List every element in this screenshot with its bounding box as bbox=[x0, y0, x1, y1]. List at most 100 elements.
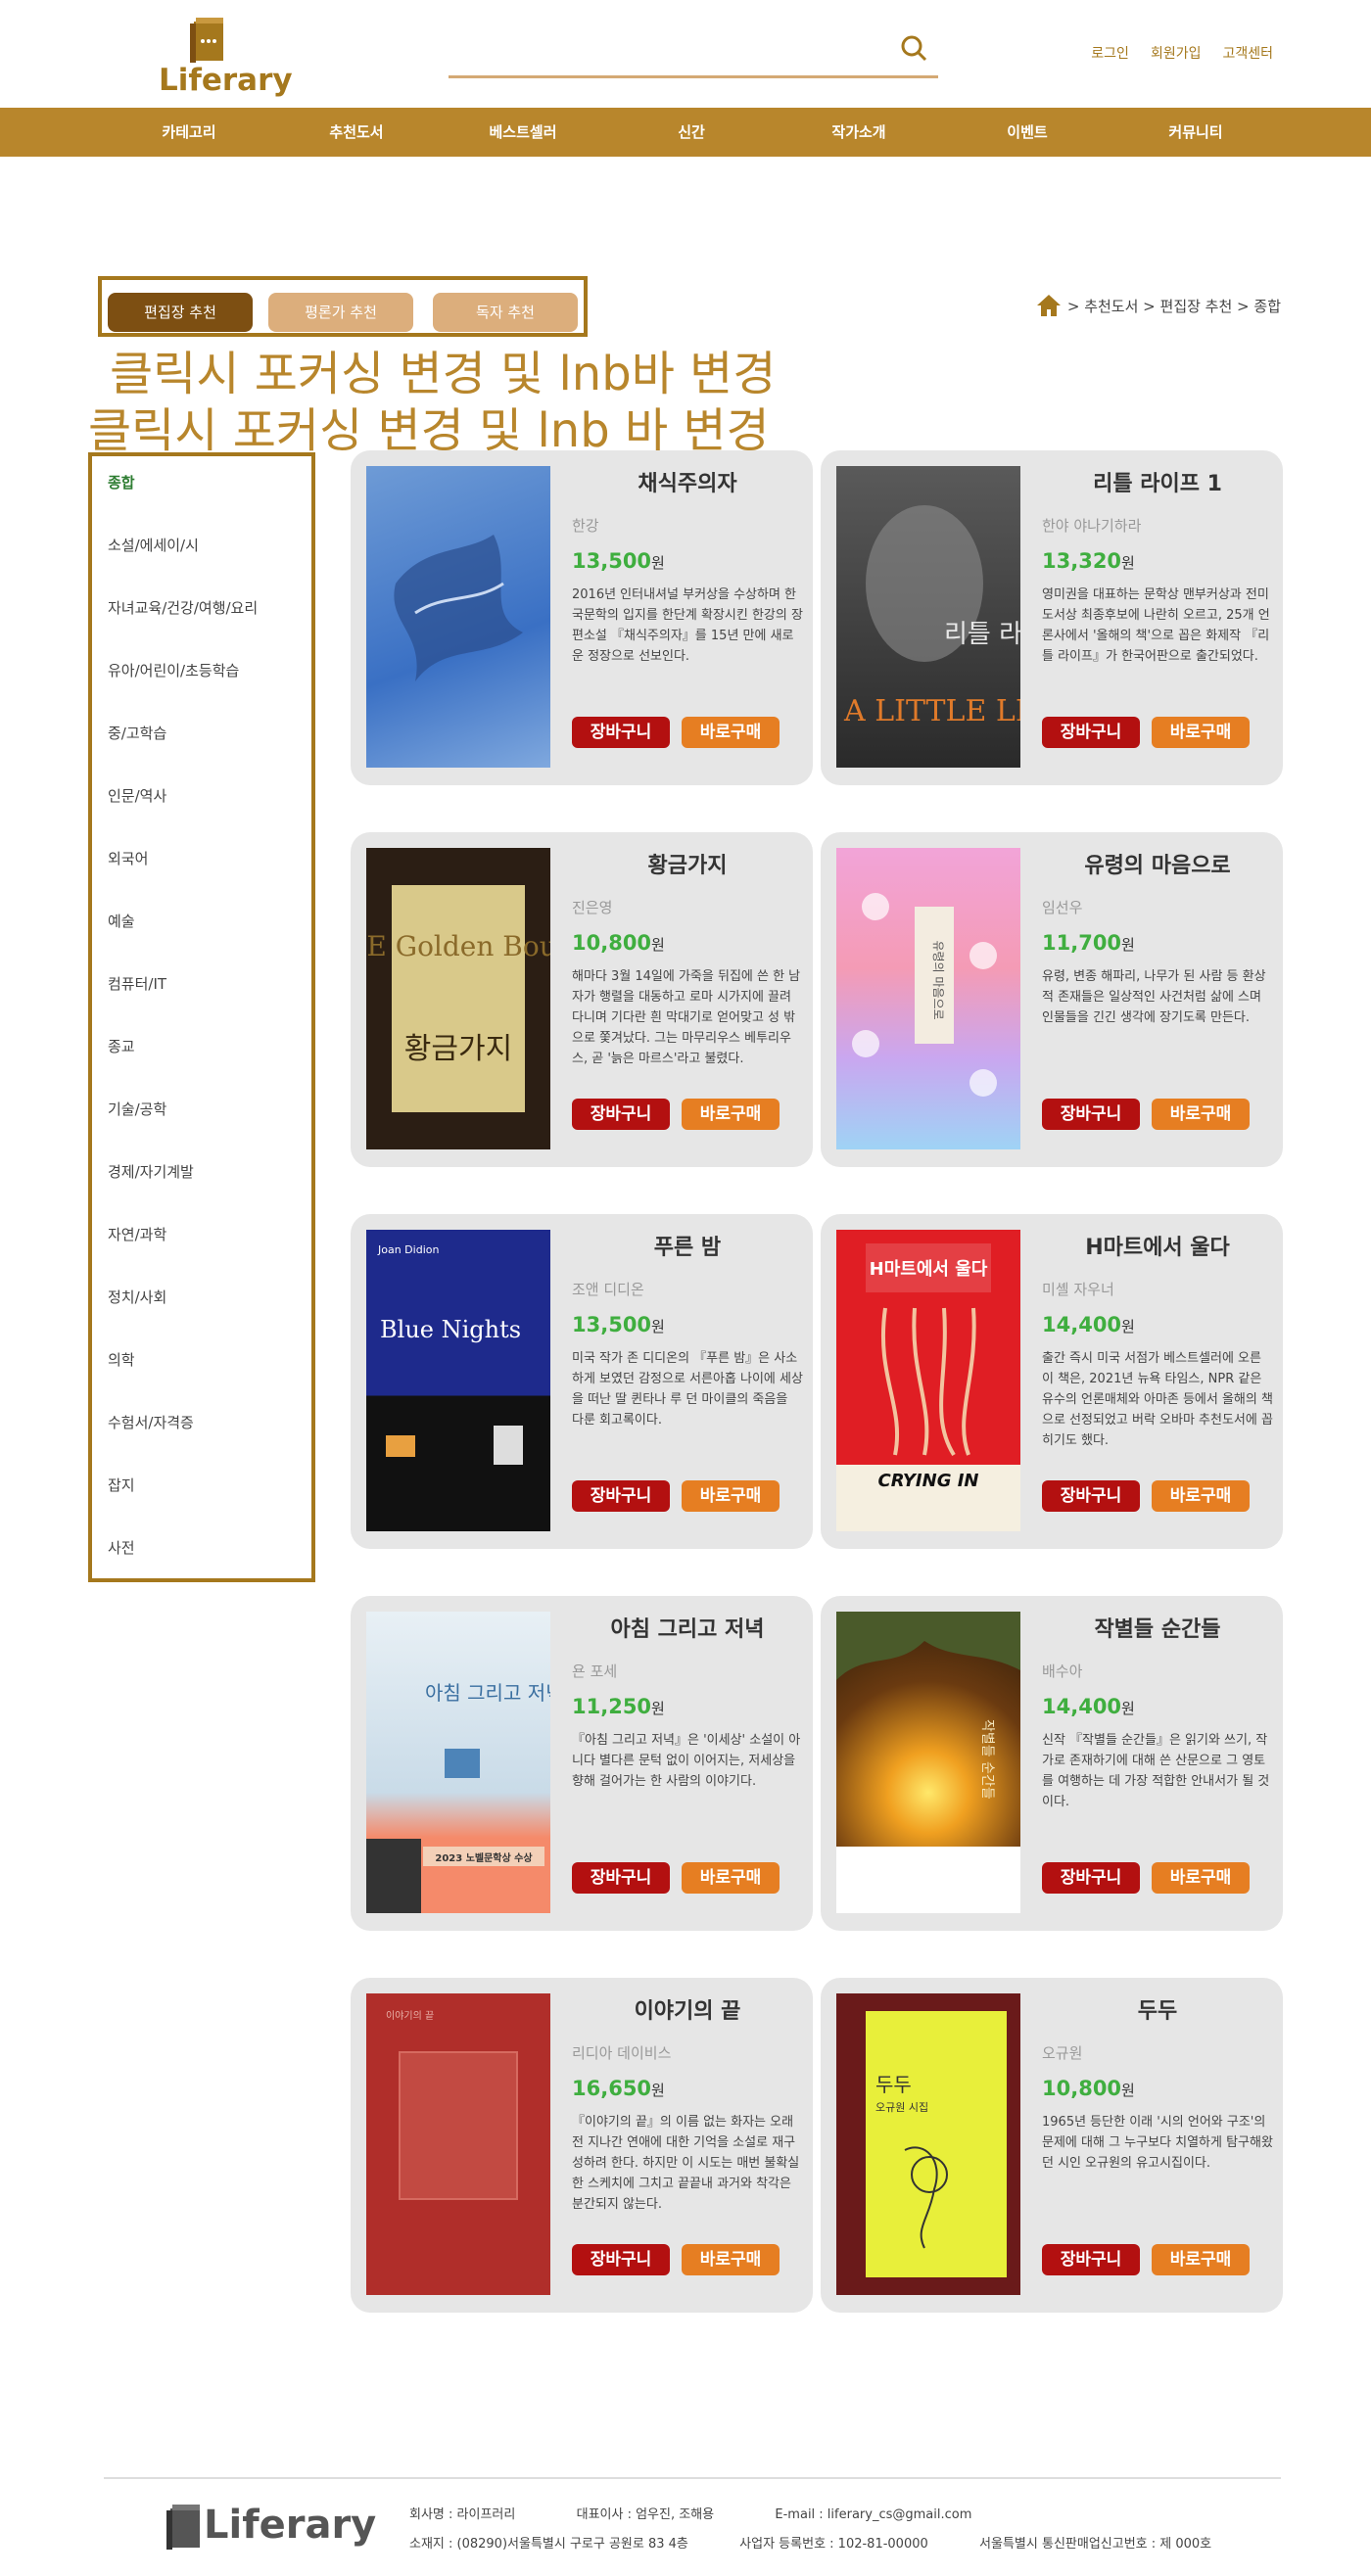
nav-bestseller[interactable]: 베스트셀러 bbox=[489, 108, 556, 157]
book-card[interactable]: 이야기의 끝 이야기의 끝 리디아 데이비스 16,650원 『이야기의 끝』의… bbox=[351, 1978, 813, 2313]
add-to-cart-button[interactable]: 장바구니 bbox=[572, 1099, 670, 1130]
book-card[interactable]: 아침 그리고 저녁 2023 노벨문학상 수상 아침 그리고 저녁 욘 포세 1… bbox=[351, 1596, 813, 1931]
book-author[interactable]: 한강 bbox=[572, 515, 803, 536]
sidebar-item-politics[interactable]: 정치/사회 bbox=[108, 1287, 166, 1307]
nav-authors[interactable]: 작가소개 bbox=[831, 108, 885, 157]
buy-now-button[interactable]: 바로구매 bbox=[1152, 717, 1250, 748]
book-cover[interactable]: THE Golden Bough 황금가지 bbox=[366, 848, 550, 1149]
currency-label: 원 bbox=[1121, 936, 1135, 954]
book-title[interactable]: 황금가지 bbox=[572, 848, 803, 879]
footer-logo[interactable]: Liferary bbox=[165, 2497, 390, 2555]
buy-now-button[interactable]: 바로구매 bbox=[682, 1480, 780, 1512]
book-author[interactable]: 진은영 bbox=[572, 897, 803, 917]
book-cover[interactable]: 작별들 순간들 bbox=[836, 1612, 1020, 1913]
search-input[interactable] bbox=[449, 75, 938, 78]
book-card[interactable]: 두두 오규원 시집 두두 오규원 10,800원 1965년 등단한 이래 '시… bbox=[821, 1978, 1283, 2313]
sidebar-item-exam[interactable]: 수험서/자격증 bbox=[108, 1412, 194, 1432]
book-card[interactable]: 작별들 순간들 작별들 순간들 배수아 14,400원 신작 『작별들 순간들』… bbox=[821, 1596, 1283, 1931]
signup-link[interactable]: 회원가입 bbox=[1151, 43, 1202, 63]
book-title[interactable]: 두두 bbox=[1042, 1993, 1273, 2025]
logo[interactable]: Liferary bbox=[157, 14, 293, 98]
nav-new[interactable]: 신간 bbox=[678, 108, 705, 157]
book-cover[interactable]: Joan Didion Blue Nights bbox=[366, 1230, 550, 1531]
buy-now-button[interactable]: 바로구매 bbox=[682, 1862, 780, 1894]
nav-community[interactable]: 커뮤니티 bbox=[1168, 108, 1222, 157]
book-card[interactable]: 채식주의자 한강 13,500원 2016년 인터내셔널 부커상을 수상하며 한… bbox=[351, 450, 813, 785]
book-card[interactable]: 리틀 라이프 A LITTLE LIFE 리틀 라이프 1 한야 야나기하라 1… bbox=[821, 450, 1283, 785]
book-title[interactable]: 채식주의자 bbox=[572, 466, 803, 497]
sidebar-item-language[interactable]: 외국어 bbox=[108, 848, 148, 868]
sidebar-item-science[interactable]: 자연/과학 bbox=[108, 1224, 166, 1244]
sidebar-item-magazine[interactable]: 잡지 bbox=[108, 1475, 135, 1495]
sidebar-item-all[interactable]: 종합 bbox=[108, 472, 135, 492]
book-title[interactable]: 작별들 순간들 bbox=[1042, 1612, 1273, 1643]
add-to-cart-button[interactable]: 장바구니 bbox=[1042, 1862, 1140, 1894]
add-to-cart-button[interactable]: 장바구니 bbox=[572, 2244, 670, 2275]
sidebar-item-engineering[interactable]: 기술/공학 bbox=[108, 1099, 166, 1119]
book-title[interactable]: 유령의 마음으로 bbox=[1042, 848, 1273, 879]
nav-category[interactable]: 카테고리 bbox=[162, 108, 215, 157]
add-to-cart-button[interactable]: 장바구니 bbox=[572, 717, 670, 748]
tab-critic[interactable]: 평론가 추천 bbox=[268, 293, 413, 332]
sidebar-item-school[interactable]: 중/고학습 bbox=[108, 723, 166, 743]
book-author[interactable]: 배수아 bbox=[1042, 1661, 1273, 1681]
sidebar-item-parenting[interactable]: 자녀교육/건강/여행/요리 bbox=[108, 597, 258, 618]
email[interactable]: E-mail : liferary_cs@gmail.com bbox=[775, 2507, 971, 2522]
book-card[interactable]: Joan Didion Blue Nights 푸른 밤 조앤 디디온 13,5… bbox=[351, 1214, 813, 1549]
ecommerce-license: 서울특별시 통신판매업신고번호 : 제 000호 bbox=[979, 2537, 1212, 2552]
sidebar-item-medicine[interactable]: 의학 bbox=[108, 1349, 135, 1370]
home-icon[interactable] bbox=[1036, 294, 1062, 317]
book-info: 채식주의자 한강 13,500원 2016년 인터내셔널 부커상을 수상하며 한… bbox=[572, 466, 803, 708]
sidebar-item-art[interactable]: 예술 bbox=[108, 911, 135, 931]
buy-now-button[interactable]: 바로구매 bbox=[1152, 1862, 1250, 1894]
tab-editor[interactable]: 편집장 추천 bbox=[108, 293, 253, 332]
book-author[interactable]: 한야 야나기하라 bbox=[1042, 515, 1273, 536]
book-cover[interactable] bbox=[366, 466, 550, 768]
add-to-cart-button[interactable]: 장바구니 bbox=[1042, 1480, 1140, 1512]
book-title[interactable]: 리틀 라이프 1 bbox=[1042, 466, 1273, 497]
sidebar-item-religion[interactable]: 종교 bbox=[108, 1036, 135, 1056]
book-author[interactable]: 임선우 bbox=[1042, 897, 1273, 917]
sidebar-item-kids[interactable]: 유아/어린이/초등학습 bbox=[108, 660, 239, 680]
book-cover[interactable]: 리틀 라이프 A LITTLE LIFE bbox=[836, 466, 1020, 768]
sidebar-item-it[interactable]: 컴퓨터/IT bbox=[108, 973, 166, 994]
book-title[interactable]: 이야기의 끝 bbox=[572, 1993, 803, 2025]
book-cover[interactable]: H마트에서 울다 CRYING IN bbox=[836, 1230, 1020, 1531]
add-to-cart-button[interactable]: 장바구니 bbox=[572, 1480, 670, 1512]
book-author[interactable]: 미셸 자우너 bbox=[1042, 1279, 1273, 1299]
sidebar-item-dictionary[interactable]: 사전 bbox=[108, 1537, 135, 1558]
sidebar-item-novel[interactable]: 소설/에세이/시 bbox=[108, 535, 199, 555]
book-author[interactable]: 조앤 디디온 bbox=[572, 1279, 803, 1299]
buy-now-button[interactable]: 바로구매 bbox=[682, 717, 780, 748]
book-title[interactable]: H마트에서 울다 bbox=[1042, 1230, 1273, 1261]
sidebar-item-humanities[interactable]: 인문/역사 bbox=[108, 785, 166, 806]
nav-recommended[interactable]: 추천도서 bbox=[329, 108, 383, 157]
book-author[interactable]: 리디아 데이비스 bbox=[572, 2042, 803, 2063]
book-author[interactable]: 오규원 bbox=[1042, 2042, 1273, 2063]
book-card[interactable]: H마트에서 울다 CRYING IN H마트에서 울다 미셸 자우너 14,40… bbox=[821, 1214, 1283, 1549]
book-title[interactable]: 아침 그리고 저녁 bbox=[572, 1612, 803, 1643]
tab-reader[interactable]: 독자 추천 bbox=[433, 293, 578, 332]
book-cover[interactable]: 이야기의 끝 bbox=[366, 1993, 550, 2295]
add-to-cart-button[interactable]: 장바구니 bbox=[1042, 2244, 1140, 2275]
nav-events[interactable]: 이벤트 bbox=[1007, 108, 1047, 157]
book-cover[interactable]: 유령의 마음으로 bbox=[836, 848, 1020, 1149]
buy-now-button[interactable]: 바로구매 bbox=[1152, 1099, 1250, 1130]
buy-now-button[interactable]: 바로구매 bbox=[1152, 2244, 1250, 2275]
add-to-cart-button[interactable]: 장바구니 bbox=[572, 1862, 670, 1894]
buy-now-button[interactable]: 바로구매 bbox=[682, 1099, 780, 1130]
book-cover[interactable]: 아침 그리고 저녁 2023 노벨문학상 수상 bbox=[366, 1612, 550, 1913]
book-card[interactable]: THE Golden Bough 황금가지 황금가지 진은영 10,800원 해… bbox=[351, 832, 813, 1167]
sidebar-item-economy[interactable]: 경제/자기계발 bbox=[108, 1161, 194, 1182]
book-author[interactable]: 욘 포세 bbox=[572, 1661, 803, 1681]
buy-now-button[interactable]: 바로구매 bbox=[682, 2244, 780, 2275]
buy-now-button[interactable]: 바로구매 bbox=[1152, 1480, 1250, 1512]
add-to-cart-button[interactable]: 장바구니 bbox=[1042, 1099, 1140, 1130]
book-card[interactable]: 유령의 마음으로 유령의 마음으로 임선우 11,700원 유령, 변종 해파리… bbox=[821, 832, 1283, 1167]
search-icon[interactable] bbox=[899, 33, 928, 63]
customer-center-link[interactable]: 고객센터 bbox=[1222, 43, 1273, 63]
login-link[interactable]: 로그인 bbox=[1091, 43, 1129, 63]
book-cover[interactable]: 두두 오규원 시집 bbox=[836, 1993, 1020, 2295]
add-to-cart-button[interactable]: 장바구니 bbox=[1042, 717, 1140, 748]
book-title[interactable]: 푸른 밤 bbox=[572, 1230, 803, 1261]
